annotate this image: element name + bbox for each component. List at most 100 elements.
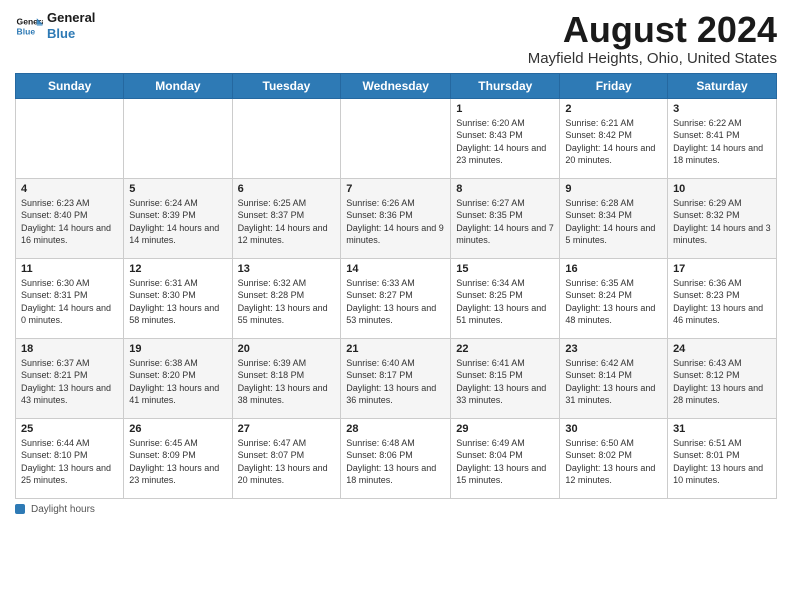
day-cell: 9Sunrise: 6:28 AMSunset: 8:34 PMDaylight… — [560, 178, 668, 258]
day-cell: 23Sunrise: 6:42 AMSunset: 8:14 PMDayligh… — [560, 338, 668, 418]
day-cell: 18Sunrise: 6:37 AMSunset: 8:21 PMDayligh… — [16, 338, 124, 418]
day-number: 27 — [238, 423, 336, 435]
calendar-table: SundayMondayTuesdayWednesdayThursdayFrid… — [15, 73, 777, 499]
day-info: Sunrise: 6:43 AMSunset: 8:12 PMDaylight:… — [673, 357, 771, 407]
day-cell: 2 Sunrise: 6:21 AMSunset: 8:42 PMDaylight… — [560, 98, 668, 178]
svg-text:Blue: Blue — [17, 26, 36, 36]
day-info: Sunrise: 6:29 AMSunset: 8:32 PMDaylight:… — [673, 197, 771, 247]
day-number: 16 — [565, 263, 662, 275]
day-info: Sunrise: 6:32 AMSunset: 8:28 PMDaylight:… — [238, 277, 336, 327]
weekday-header-friday: Friday — [560, 73, 668, 98]
day-number: 12 — [129, 263, 226, 275]
day-info: Sunrise: 6:36 AMSunset: 8:23 PMDaylight:… — [673, 277, 771, 327]
day-cell: 21 Sunrise: 6:40 AMSunset: 8:17 PMDayligh… — [341, 338, 451, 418]
day-cell: 13 Sunrise: 6:32 AMSunset: 8:28 PMDayligh… — [232, 258, 341, 338]
weekday-header-saturday: Saturday — [668, 73, 777, 98]
day-number: 14 — [346, 263, 445, 275]
logo-icon: General Blue — [15, 12, 43, 40]
day-cell — [341, 98, 451, 178]
day-cell: 19 Sunrise: 6:38 AMSunset: 8:20 PMDayligh… — [124, 338, 232, 418]
day-number: 2 — [565, 103, 662, 115]
day-number: 21 — [346, 343, 445, 355]
day-number: 3 — [673, 103, 771, 115]
day-cell: 1Sunrise: 6:20 AMSunset: 8:43 PMDaylight… — [451, 98, 560, 178]
day-info: Sunrise: 6:35 AMSunset: 8:24 PMDaylight:… — [565, 277, 662, 327]
week-row-4: 18Sunrise: 6:37 AMSunset: 8:21 PMDayligh… — [16, 338, 777, 418]
day-cell — [16, 98, 124, 178]
day-cell: 17 Sunrise: 6:36 AMSunset: 8:23 PMDayligh… — [668, 258, 777, 338]
day-info: Sunrise: 6:22 AMSunset: 8:41 PMDaylight:… — [673, 117, 771, 167]
day-cell: 29Sunrise: 6:49 AMSunset: 8:04 PMDayligh… — [451, 418, 560, 498]
day-cell: 4 Sunrise: 6:23 AMSunset: 8:40 PMDaylight… — [16, 178, 124, 258]
day-number: 28 — [346, 423, 445, 435]
day-info: Sunrise: 6:48 AMSunset: 8:06 PMDaylight:… — [346, 437, 445, 487]
logo-line1: General — [47, 10, 95, 26]
day-cell: 27 Sunrise: 6:47 AMSunset: 8:07 PMDayligh… — [232, 418, 341, 498]
day-number: 20 — [238, 343, 336, 355]
day-info: Sunrise: 6:24 AMSunset: 8:39 PMDaylight:… — [129, 197, 226, 247]
day-cell: 25 Sunrise: 6:44 AMSunset: 8:10 PMDayligh… — [16, 418, 124, 498]
day-cell: 24 Sunrise: 6:43 AMSunset: 8:12 PMDayligh… — [668, 338, 777, 418]
day-info: Sunrise: 6:25 AMSunset: 8:37 PMDaylight:… — [238, 197, 336, 247]
weekday-header-sunday: Sunday — [16, 73, 124, 98]
day-info: Sunrise: 6:33 AMSunset: 8:27 PMDaylight:… — [346, 277, 445, 327]
day-cell: 16 Sunrise: 6:35 AMSunset: 8:24 PMDayligh… — [560, 258, 668, 338]
day-number: 15 — [456, 263, 554, 275]
day-number: 19 — [129, 343, 226, 355]
day-info: Sunrise: 6:23 AMSunset: 8:40 PMDaylight:… — [21, 197, 118, 247]
day-cell: 8 Sunrise: 6:27 AMSunset: 8:35 PMDaylight… — [451, 178, 560, 258]
day-cell: 5 Sunrise: 6:24 AMSunset: 8:39 PMDaylight… — [124, 178, 232, 258]
day-info: Sunrise: 6:27 AMSunset: 8:35 PMDaylight:… — [456, 197, 554, 247]
logo-text: General Blue — [47, 10, 95, 41]
day-number: 30 — [565, 423, 662, 435]
month-title: August 2024 — [528, 10, 777, 50]
title-section: August 2024 Mayfield Heights, Ohio, Unit… — [528, 10, 777, 67]
day-number: 25 — [21, 423, 118, 435]
day-cell — [124, 98, 232, 178]
week-row-1: 1Sunrise: 6:20 AMSunset: 8:43 PMDaylight… — [16, 98, 777, 178]
day-info: Sunrise: 6:21 AMSunset: 8:42 PMDaylight:… — [565, 117, 662, 167]
weekday-header-tuesday: Tuesday — [232, 73, 341, 98]
day-number: 23 — [565, 343, 662, 355]
day-info: Sunrise: 6:50 AMSunset: 8:02 PMDaylight:… — [565, 437, 662, 487]
day-info: Sunrise: 6:40 AMSunset: 8:17 PMDaylight:… — [346, 357, 445, 407]
day-cell: 20Sunrise: 6:39 AMSunset: 8:18 PMDayligh… — [232, 338, 341, 418]
day-number: 6 — [238, 183, 336, 195]
day-info: Sunrise: 6:30 AMSunset: 8:31 PMDaylight:… — [21, 277, 118, 327]
calendar-page: General Blue General Blue August 2024 Ma… — [0, 0, 792, 612]
day-number: 4 — [21, 183, 118, 195]
day-number: 22 — [456, 343, 554, 355]
day-info: Sunrise: 6:28 AMSunset: 8:34 PMDaylight:… — [565, 197, 662, 247]
day-cell: 12Sunrise: 6:31 AMSunset: 8:30 PMDayligh… — [124, 258, 232, 338]
day-cell: 26Sunrise: 6:45 AMSunset: 8:09 PMDayligh… — [124, 418, 232, 498]
day-cell: 6 Sunrise: 6:25 AMSunset: 8:37 PMDaylight… — [232, 178, 341, 258]
day-number: 11 — [21, 263, 118, 275]
day-info: Sunrise: 6:45 AMSunset: 8:09 PMDaylight:… — [129, 437, 226, 487]
weekday-header-row: SundayMondayTuesdayWednesdayThursdayFrid… — [16, 73, 777, 98]
day-cell: 3 Sunrise: 6:22 AMSunset: 8:41 PMDaylight… — [668, 98, 777, 178]
day-number: 17 — [673, 263, 771, 275]
day-number: 13 — [238, 263, 336, 275]
day-info: Sunrise: 6:41 AMSunset: 8:15 PMDaylight:… — [456, 357, 554, 407]
day-cell: 7Sunrise: 6:26 AMSunset: 8:36 PMDaylight… — [341, 178, 451, 258]
day-number: 8 — [456, 183, 554, 195]
day-info: Sunrise: 6:38 AMSunset: 8:20 PMDaylight:… — [129, 357, 226, 407]
day-cell: 22 Sunrise: 6:41 AMSunset: 8:15 PMDayligh… — [451, 338, 560, 418]
week-row-5: 25 Sunrise: 6:44 AMSunset: 8:10 PMDayligh… — [16, 418, 777, 498]
logo: General Blue General Blue — [15, 10, 95, 41]
day-number: 1 — [456, 103, 554, 115]
day-number: 24 — [673, 343, 771, 355]
footer-note: Daylight hours — [15, 504, 777, 515]
day-number: 7 — [346, 183, 445, 195]
logo-line2: Blue — [47, 26, 95, 42]
day-info: Sunrise: 6:51 AMSunset: 8:01 PMDaylight:… — [673, 437, 771, 487]
daylight-label: Daylight hours — [31, 504, 95, 515]
day-info: Sunrise: 6:44 AMSunset: 8:10 PMDaylight:… — [21, 437, 118, 487]
day-cell: 15 Sunrise: 6:34 AMSunset: 8:25 PMDayligh… — [451, 258, 560, 338]
day-info: Sunrise: 6:34 AMSunset: 8:25 PMDaylight:… — [456, 277, 554, 327]
week-row-3: 11 Sunrise: 6:30 AMSunset: 8:31 PMDayligh… — [16, 258, 777, 338]
day-cell: 11 Sunrise: 6:30 AMSunset: 8:31 PMDayligh… — [16, 258, 124, 338]
day-number: 5 — [129, 183, 226, 195]
day-cell: 30 Sunrise: 6:50 AMSunset: 8:02 PMDayligh… — [560, 418, 668, 498]
day-info: Sunrise: 6:47 AMSunset: 8:07 PMDaylight:… — [238, 437, 336, 487]
